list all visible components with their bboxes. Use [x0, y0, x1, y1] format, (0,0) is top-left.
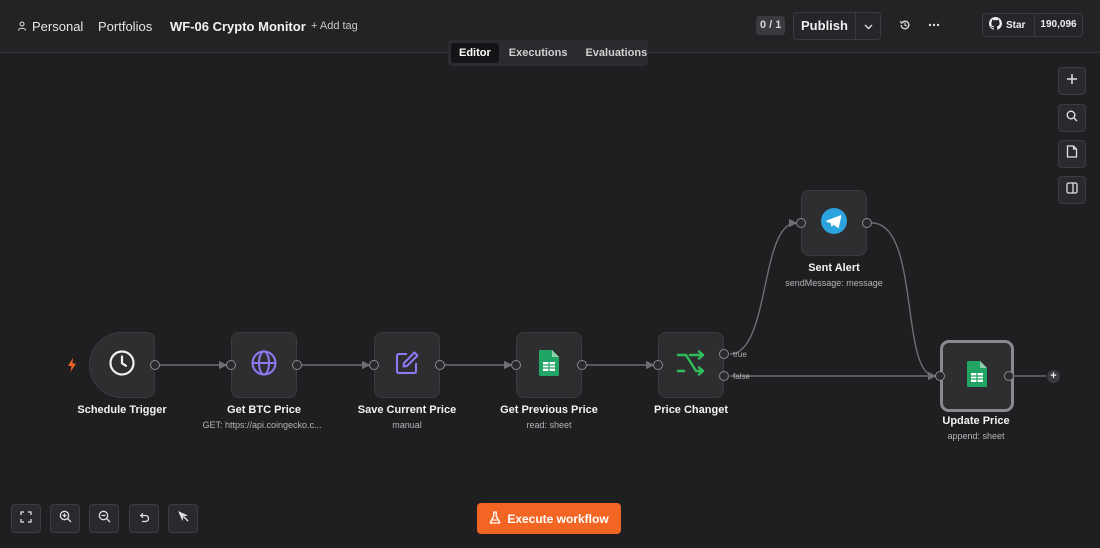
magic-wand-icon	[176, 509, 190, 528]
node-price-changet[interactable]	[658, 332, 724, 398]
output-handle[interactable]	[150, 360, 160, 370]
github-star-widget[interactable]: Star 190,096	[982, 13, 1083, 37]
workflow-canvas[interactable]	[0, 53, 1100, 548]
github-star-label: Star	[1006, 19, 1026, 31]
input-handle[interactable]	[226, 360, 236, 370]
fit-view-button[interactable]	[11, 504, 41, 533]
add-node-button[interactable]	[1058, 67, 1086, 95]
note-icon	[1066, 145, 1078, 163]
github-star-button[interactable]: Star	[983, 14, 1035, 36]
output-handle[interactable]	[577, 360, 587, 370]
flask-icon	[489, 510, 501, 527]
output-handle-false[interactable]	[719, 371, 729, 381]
output-handle-true[interactable]	[719, 349, 729, 359]
publish-button[interactable]: Publish	[794, 13, 856, 39]
publish-dropdown-button[interactable]	[856, 13, 880, 39]
sheets-icon	[538, 349, 560, 382]
workflow-title[interactable]: WF-06 Crypto Monitor	[170, 19, 306, 34]
project-label: Personal	[32, 19, 84, 34]
toggle-panel-button[interactable]	[1058, 176, 1086, 204]
node-subtitle: sendMessage: message	[785, 278, 883, 288]
node-save-current-price[interactable]	[374, 332, 440, 398]
node-update-price[interactable]	[940, 340, 1014, 412]
breadcrumb-folder[interactable]: Portfolios	[98, 19, 152, 34]
input-handle[interactable]	[653, 360, 663, 370]
output-handle[interactable]	[435, 360, 445, 370]
zoom-out-icon	[98, 510, 111, 528]
github-star-count: 190,096	[1040, 19, 1077, 30]
undo-icon	[138, 510, 150, 528]
sticky-note-button[interactable]	[1058, 140, 1086, 168]
add-next-node-button[interactable]: +	[1047, 370, 1060, 383]
trigger-bolt-icon	[67, 358, 77, 377]
clock-icon	[108, 349, 136, 382]
history-icon[interactable]	[897, 17, 913, 33]
panel-icon	[1066, 181, 1078, 199]
node-sent-alert[interactable]	[801, 190, 867, 256]
input-handle[interactable]	[935, 371, 945, 381]
output-handle[interactable]	[1004, 371, 1014, 381]
breadcrumb-project[interactable]: Personal	[17, 19, 83, 34]
zoom-out-button[interactable]	[89, 504, 119, 533]
node-get-btc-price[interactable]	[231, 332, 297, 398]
branch-label-true: true	[733, 350, 747, 359]
user-icon	[17, 19, 27, 34]
github-icon	[989, 17, 1002, 33]
search-icon	[1066, 109, 1078, 127]
zoom-in-icon	[59, 510, 72, 528]
if-branch-icon	[676, 349, 706, 381]
node-get-previous-price[interactable]	[516, 332, 582, 398]
node-label: Update Price	[942, 415, 1010, 427]
globe-icon	[250, 349, 278, 382]
more-options-icon[interactable]	[926, 17, 942, 33]
output-handle[interactable]	[292, 360, 302, 370]
sheets-icon	[966, 360, 988, 393]
input-handle[interactable]	[369, 360, 379, 370]
add-tag-button[interactable]: + Add tag	[311, 20, 358, 32]
chevron-down-icon	[864, 17, 873, 35]
input-handle[interactable]	[511, 360, 521, 370]
zoom-in-button[interactable]	[50, 504, 80, 533]
execute-workflow-button[interactable]: Execute workflow	[477, 503, 621, 534]
plus-icon	[1066, 72, 1078, 90]
telegram-icon	[820, 207, 848, 240]
execute-workflow-label: Execute workflow	[507, 511, 609, 526]
branch-label-false: false	[733, 372, 750, 381]
fullscreen-icon	[20, 510, 32, 528]
output-handle[interactable]	[862, 218, 872, 228]
version-counter: 0 / 1	[756, 16, 786, 35]
search-nodes-button[interactable]	[1058, 104, 1086, 132]
node-label: Sent Alert	[808, 262, 860, 274]
node-label: Price Changet	[654, 404, 728, 416]
node-subtitle: append: sheet	[947, 431, 1005, 441]
node-subtitle: read: sheet	[526, 420, 572, 430]
publish-group: Publish	[793, 12, 881, 40]
undo-button[interactable]	[129, 504, 159, 533]
input-handle[interactable]	[796, 218, 806, 228]
edit-icon	[393, 349, 421, 382]
tidy-up-button[interactable]	[168, 504, 198, 533]
node-schedule-trigger[interactable]	[89, 332, 155, 398]
